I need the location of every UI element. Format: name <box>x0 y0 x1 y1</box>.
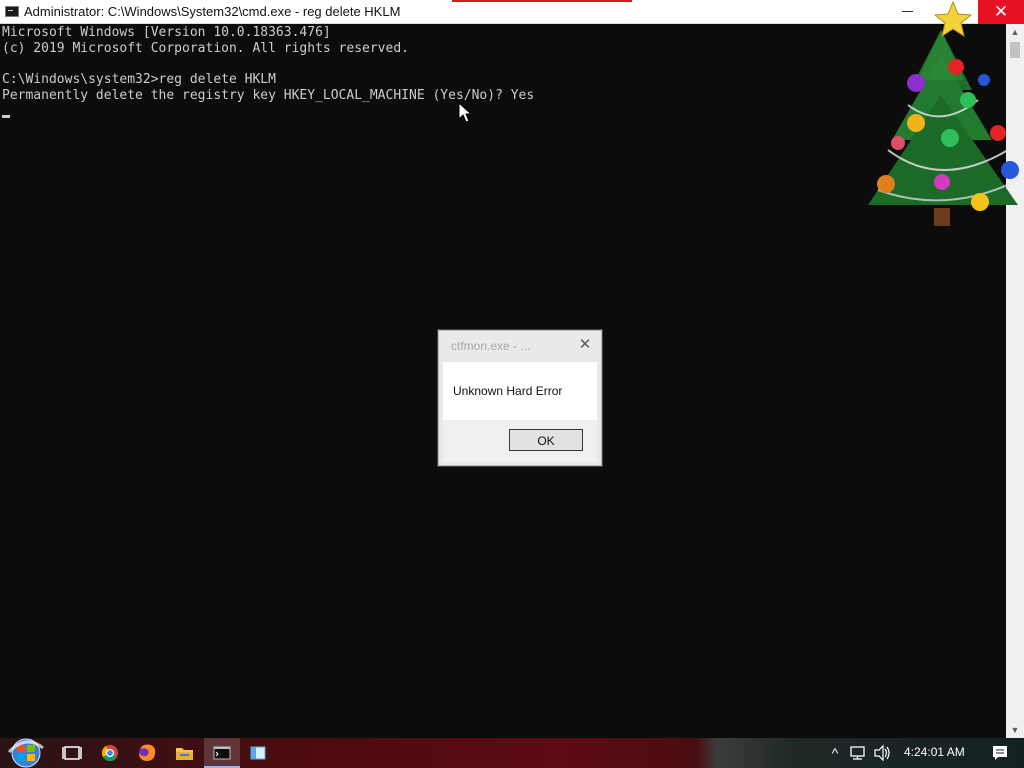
console-line: (c) 2019 Microsoft Corporation. All righ… <box>2 41 409 56</box>
task-view-button[interactable] <box>54 738 90 768</box>
error-dialog: ctfmon.exe - ... ✕ Unknown Hard Error OK <box>438 330 602 466</box>
scroll-down-arrow-icon[interactable]: ▼ <box>1006 722 1024 738</box>
file-explorer-taskbar-button[interactable] <box>166 738 202 768</box>
window-title: Administrator: C:\Windows\System32\cmd.e… <box>24 4 401 19</box>
show-hidden-icons-chevron-icon[interactable]: ^ <box>826 738 844 768</box>
network-glyph-icon <box>850 746 865 760</box>
christmas-tree-icon <box>868 0 1019 226</box>
dialog-title: ctfmon.exe - ... <box>451 339 531 353</box>
firefox-taskbar-button[interactable] <box>129 738 165 768</box>
app-taskbar-button[interactable] <box>240 738 276 768</box>
task-view-icon <box>62 746 82 760</box>
system-tray: ^ 4:24:01 AM <box>814 738 1024 768</box>
cmd-taskbar-button[interactable] <box>204 738 240 768</box>
file-explorer-icon <box>176 748 193 760</box>
cmd-icon <box>5 6 19 17</box>
start-button[interactable] <box>6 738 46 768</box>
dialog-close-button[interactable]: ✕ <box>575 335 595 355</box>
dialog-message: Unknown Hard Error <box>453 384 563 398</box>
chrome-taskbar-button[interactable] <box>92 738 128 768</box>
taskbar: ^ 4:24:01 AM <box>0 738 1024 768</box>
chrome-icon <box>101 745 118 762</box>
dialog-body: Unknown Hard Error <box>443 362 597 420</box>
console-line: C:\Windows\system32>reg delete HKLM <box>2 72 276 87</box>
firefox-icon <box>139 744 156 761</box>
title-accent-strip <box>452 0 632 2</box>
dialog-footer: OK <box>443 420 597 462</box>
console-line: Microsoft Windows [Version 10.0.18363.47… <box>2 25 331 40</box>
notification-icon <box>993 746 1007 760</box>
app-icon <box>250 746 266 760</box>
volume-icon[interactable] <box>872 738 892 768</box>
taskbar-clock[interactable]: 4:24:01 AM <box>904 738 965 768</box>
console-line: Permanently delete the registry key HKEY… <box>2 88 535 103</box>
speaker-glyph-icon <box>874 744 890 762</box>
action-center-button[interactable] <box>986 738 1014 768</box>
desktop-screen: Administrator: C:\Windows\System32\cmd.e… <box>0 0 1024 768</box>
ok-button[interactable]: OK <box>509 429 583 451</box>
network-icon[interactable] <box>848 738 868 768</box>
mouse-pointer-icon <box>458 102 472 123</box>
text-cursor <box>2 115 10 118</box>
cmd-icon <box>213 746 231 760</box>
start-orb-icon <box>7 738 44 768</box>
dialog-titlebar[interactable]: ctfmon.exe - ... ✕ <box>439 331 601 359</box>
